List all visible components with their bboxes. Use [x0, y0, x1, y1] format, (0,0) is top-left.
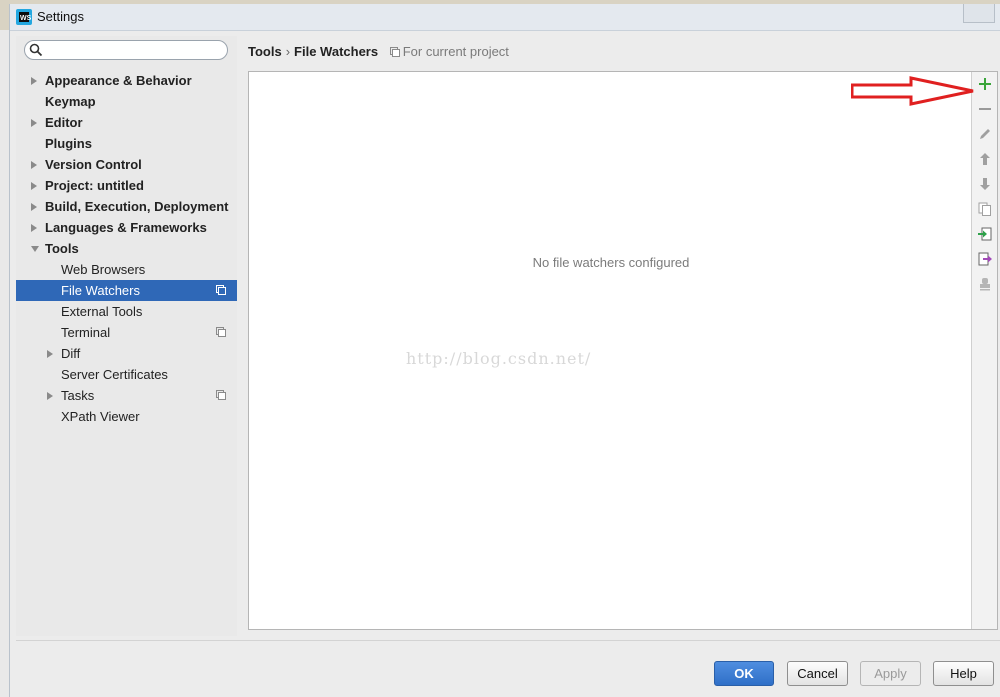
watermark-text: http://blog.csdn.net/ — [406, 349, 592, 368]
tree-item[interactable]: Server Certificates — [16, 364, 237, 385]
breadcrumb-separator: › — [285, 44, 291, 59]
tree-item-label: Build, Execution, Deployment — [45, 199, 229, 214]
file-watchers-panel: No file watchers configured http://blog.… — [248, 71, 998, 630]
annotation-arrow-icon — [851, 76, 974, 106]
tree-item[interactable]: Project: untitled — [16, 175, 237, 196]
tree-item-label: Project: untitled — [45, 178, 144, 193]
tree-item[interactable]: Editor — [16, 112, 237, 133]
tree-item-label: Version Control — [45, 157, 142, 172]
settings-tree: Appearance & Behavior Keymap Editor Plugins… — [16, 70, 237, 427]
project-level-icon — [216, 327, 226, 337]
chevron-right-icon[interactable] — [47, 392, 53, 400]
tree-item[interactable]: Terminal — [16, 322, 237, 343]
project-level-icon — [216, 390, 226, 400]
remove-icon[interactable] — [976, 100, 994, 118]
breadcrumb-parent[interactable]: Tools — [248, 44, 282, 59]
tree-item[interactable]: Build, Execution, Deployment — [16, 196, 237, 217]
tree-item[interactable]: Tasks — [16, 385, 237, 406]
tree-item[interactable]: Diff — [16, 343, 237, 364]
tree-item[interactable]: Version Control — [16, 154, 237, 175]
edit-icon[interactable] — [976, 125, 994, 143]
tree-item-label: Editor — [45, 115, 83, 130]
tree-item-label: Tasks — [61, 388, 95, 403]
search-icon — [29, 43, 43, 57]
chevron-right-icon[interactable] — [31, 203, 37, 211]
tree-item[interactable]: Languages & Frameworks — [16, 217, 237, 238]
tree-item[interactable]: XPath Viewer — [16, 406, 237, 427]
chevron-right-icon[interactable] — [31, 77, 37, 85]
webstorm-icon: WS — [16, 9, 32, 25]
chevron-right-icon[interactable] — [31, 119, 37, 127]
tree-item-label: Terminal — [61, 325, 111, 340]
tree-item-label: Keymap — [45, 94, 96, 109]
project-level-icon — [216, 285, 226, 295]
cancel-button[interactable]: Cancel — [787, 661, 848, 686]
button-bar-divider — [16, 640, 1000, 641]
tree-item[interactable]: File Watchers — [16, 280, 237, 301]
watchers-toolbar — [971, 72, 997, 629]
chevron-down-icon[interactable] — [31, 246, 39, 252]
chevron-right-icon[interactable] — [31, 161, 37, 169]
settings-dialog: WS Settings Appearance & Behavior Keymap E… — [9, 4, 1000, 697]
tree-item[interactable]: Web Browsers — [16, 259, 237, 280]
tree-item-label: Appearance & Behavior — [45, 73, 192, 88]
chevron-right-icon[interactable] — [31, 224, 37, 232]
close-button[interactable] — [963, 4, 995, 23]
tree-item[interactable]: External Tools — [16, 301, 237, 322]
svg-text:WS: WS — [20, 15, 32, 22]
tree-item-label: File Watchers — [61, 283, 140, 298]
tree-item[interactable]: Tools — [16, 238, 237, 259]
tree-item-label: Plugins — [45, 136, 92, 151]
dialog-titlebar[interactable]: WS Settings — [10, 4, 1000, 31]
tree-item-label: XPath Viewer — [61, 409, 140, 424]
help-button[interactable]: Help — [933, 661, 994, 686]
tree-item[interactable]: Plugins — [16, 133, 237, 154]
chevron-right-icon[interactable] — [31, 182, 37, 190]
import-icon[interactable] — [976, 225, 994, 243]
project-scope-text: For current project — [402, 44, 509, 59]
export-icon[interactable] — [976, 250, 994, 268]
tree-item-label: Tools — [45, 241, 79, 256]
chevron-right-icon[interactable] — [47, 350, 53, 358]
settings-sidebar: Appearance & Behavior Keymap Editor Plugins… — [16, 36, 237, 636]
tree-item-label: Server Certificates — [61, 367, 168, 382]
search-input[interactable] — [47, 42, 221, 60]
settings-search[interactable] — [24, 40, 228, 60]
breadcrumb-current: File Watchers — [294, 44, 379, 59]
move-down-icon[interactable] — [976, 175, 994, 193]
copy-icon[interactable] — [976, 200, 994, 218]
tree-item-label: Diff — [61, 346, 81, 361]
project-scope-icon — [389, 47, 400, 57]
ok-button[interactable]: OK — [714, 661, 774, 686]
add-icon[interactable] — [976, 75, 994, 93]
move-up-icon[interactable] — [976, 150, 994, 168]
breadcrumb: Tools › File Watchers For current project — [248, 44, 509, 62]
tree-item[interactable]: Appearance & Behavior — [16, 70, 237, 91]
dialog-title: Settings — [37, 9, 84, 24]
tree-item-label: External Tools — [61, 304, 143, 319]
tree-item[interactable]: Keymap — [16, 91, 237, 112]
project-scope-label: For current project — [389, 44, 509, 59]
stamp-icon[interactable] — [976, 275, 994, 293]
tree-item-label: Web Browsers — [61, 262, 146, 277]
empty-state-text: No file watchers configured — [532, 255, 690, 270]
tree-item-label: Languages & Frameworks — [45, 220, 207, 235]
apply-button[interactable]: Apply — [860, 661, 921, 686]
